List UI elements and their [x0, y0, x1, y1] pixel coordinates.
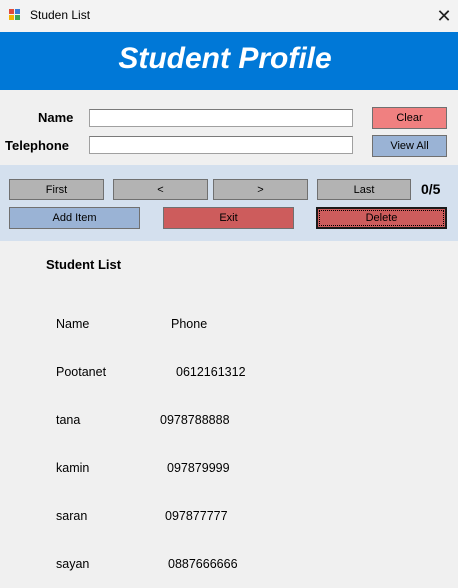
name-label: Name — [38, 110, 74, 125]
student-list: Name Phone Pootanet 0612161312 tana 0978… — [56, 284, 246, 588]
student-name: tana — [56, 413, 81, 427]
page-title: Student Profile — [118, 42, 332, 75]
list-item: Pootanet 0612161312 — [56, 364, 246, 380]
navigation-panel — [0, 165, 458, 241]
student-name: saran — [56, 509, 88, 523]
last-button[interactable]: Last — [317, 179, 411, 200]
list-item: kamin 097879999 — [56, 460, 246, 476]
student-phone: 0887666666 — [168, 557, 238, 571]
student-phone: 097879999 — [167, 461, 230, 475]
clear-button[interactable]: Clear — [372, 107, 447, 129]
name-input[interactable] — [89, 109, 353, 127]
list-item: saran 097877777 — [56, 508, 246, 524]
header-banner: Student Profile — [0, 32, 458, 90]
student-phone: 0978788888 — [160, 413, 230, 427]
window-title: Studen List — [30, 8, 91, 22]
exit-button[interactable]: Exit — [163, 207, 294, 229]
student-name: kamin — [56, 461, 90, 475]
close-icon[interactable]: ✕ — [430, 3, 458, 29]
student-phone: 097877777 — [165, 509, 228, 523]
first-button[interactable]: First — [9, 179, 104, 200]
view-all-button[interactable]: View All — [372, 135, 447, 157]
student-name: Pootanet — [56, 365, 107, 379]
app-icon — [9, 9, 21, 21]
title-bar: Studen List ✕ — [0, 0, 458, 32]
record-counter: 0/5 — [421, 181, 441, 197]
delete-button[interactable]: Delete — [316, 207, 447, 229]
student-list-heading: Student List — [46, 257, 122, 272]
list-header-row: Name Phone — [56, 316, 246, 332]
student-name: sayan — [56, 557, 90, 571]
column-header-phone: Phone — [171, 317, 208, 331]
list-item: tana 0978788888 — [56, 412, 246, 428]
telephone-input[interactable] — [89, 136, 353, 154]
previous-button[interactable]: < — [113, 179, 208, 200]
next-button[interactable]: > — [213, 179, 308, 200]
add-item-button[interactable]: Add Item — [9, 207, 140, 229]
student-phone: 0612161312 — [176, 365, 246, 379]
column-header-name: Name — [56, 317, 90, 331]
telephone-label: Telephone — [5, 138, 70, 153]
list-item: sayan 0887666666 — [56, 556, 246, 572]
